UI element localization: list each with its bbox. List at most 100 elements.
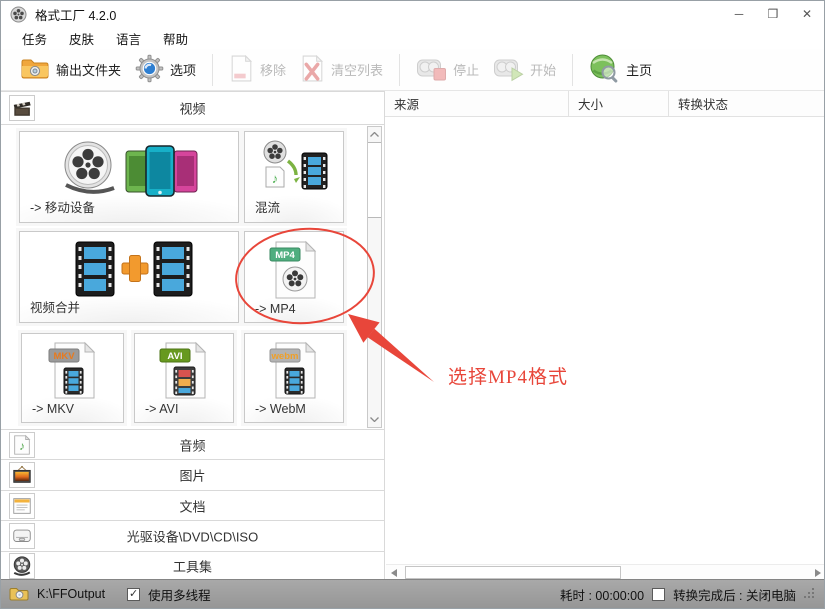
category-label: 工具集	[1, 557, 384, 576]
category-audio[interactable]: ♪ 音频	[1, 429, 384, 459]
shutdown-checkbox[interactable]	[652, 588, 665, 601]
task-table-header: 来源 大小 转换状态	[385, 91, 825, 117]
format-card-label: -> WebM	[255, 402, 306, 416]
format-card-label: 视频合并	[30, 297, 80, 316]
stop-icon	[416, 55, 447, 85]
category-video-label: 视频	[1, 99, 384, 118]
menu-language[interactable]: 语言	[105, 27, 152, 50]
start-label: 开始	[530, 60, 556, 79]
app-window: 格式工厂 4.2.0 ─ ❒ ✕ 任务 皮肤 语言 帮助 输出文件夹	[0, 0, 825, 609]
column-source[interactable]: 来源	[385, 91, 569, 116]
hscrollbar-thumb[interactable]	[405, 566, 621, 579]
window-controls: ─ ❒ ✕	[722, 1, 824, 27]
column-size[interactable]: 大小	[569, 91, 669, 116]
scroll-down-button[interactable]	[368, 412, 381, 427]
avi-file-icon: AVI	[135, 341, 233, 401]
stop-button[interactable]: 停止	[409, 52, 486, 88]
title-bar: 格式工厂 4.2.0 ─ ❒ ✕	[1, 1, 824, 27]
format-card-label: -> MKV	[32, 402, 74, 416]
category-label: 文档	[1, 496, 384, 515]
output-path[interactable]: K:\FFOutput	[37, 587, 105, 601]
format-card-mkv[interactable]: MKV -> MKV	[21, 333, 124, 423]
format-card-webm[interactable]: webm -> WebM	[244, 333, 344, 423]
resize-grip[interactable]	[804, 588, 816, 600]
mp4-file-icon: MP4	[245, 239, 343, 301]
menu-help[interactable]: 帮助	[152, 27, 199, 50]
scroll-up-button[interactable]	[368, 127, 381, 142]
task-list-hscrollbar[interactable]	[386, 564, 825, 580]
category-toolset[interactable]: 工具集	[1, 551, 384, 581]
toolbar-separator	[212, 54, 213, 86]
video-merge-icon	[20, 239, 238, 299]
output-path-folder-icon	[9, 586, 29, 602]
mobile-devices-icon	[20, 139, 238, 199]
scroll-left-button[interactable]	[386, 565, 401, 580]
category-optical-dvd-cd-iso[interactable]: 光驱设备\DVD\CD\ISO	[1, 520, 384, 550]
format-card-video-merge[interactable]: 视频合并	[19, 231, 239, 323]
format-card-mp4[interactable]: MP4 -> MP4	[244, 231, 344, 323]
scroll-right-button[interactable]	[810, 565, 825, 580]
category-picture[interactable]: 图片	[1, 459, 384, 489]
app-logo-icon	[10, 6, 27, 23]
clear-list-button[interactable]: 清空列表	[293, 51, 390, 89]
format-sidebar: 视频	[1, 91, 385, 581]
svg-text:MKV: MKV	[53, 351, 75, 362]
menu-skin[interactable]: 皮肤	[58, 27, 105, 50]
category-label: 图片	[1, 466, 384, 485]
shutdown-label: 转换完成后 : 关闭电脑	[673, 585, 796, 604]
category-video[interactable]: 视频	[1, 91, 384, 125]
clear-list-label: 清空列表	[331, 60, 383, 79]
format-card-label: 混流	[255, 197, 280, 216]
menu-bar: 任务 皮肤 语言 帮助	[1, 27, 824, 49]
menu-tasks[interactable]: 任务	[11, 27, 58, 50]
svg-text:MP4: MP4	[275, 250, 295, 261]
start-button[interactable]: 开始	[486, 52, 563, 88]
toolbar-separator	[399, 54, 400, 86]
home-label: 主页	[626, 60, 652, 79]
format-card-label: -> 移动设备	[30, 197, 95, 216]
window-title: 格式工厂 4.2.0	[35, 5, 116, 24]
format-card-mobile-devices[interactable]: -> 移动设备	[19, 131, 239, 223]
maximize-button[interactable]: ❒	[756, 1, 790, 27]
output-folder-button[interactable]: 输出文件夹	[13, 53, 128, 87]
format-card-avi[interactable]: AVI -> AVI	[134, 333, 234, 423]
task-list-panel: 来源 大小 转换状态	[385, 91, 825, 581]
format-card-label: -> MP4	[255, 302, 296, 316]
task-table-body	[385, 117, 825, 563]
stop-label: 停止	[453, 60, 479, 79]
category-label: 音频	[1, 435, 384, 454]
minimize-button[interactable]: ─	[722, 1, 756, 27]
scrollbar-thumb[interactable]	[368, 142, 381, 218]
start-icon	[493, 55, 524, 85]
video-format-grid: -> 移动设备 ♪	[1, 125, 384, 429]
home-globe-icon	[589, 53, 620, 87]
format-card-mux[interactable]: ♪ 混流	[244, 131, 344, 223]
format-card-label: -> AVI	[145, 402, 178, 416]
close-button[interactable]: ✕	[790, 1, 824, 27]
toolbar-separator	[572, 54, 573, 86]
svg-text:♪: ♪	[272, 171, 279, 186]
options-button[interactable]: 选项	[128, 51, 203, 89]
statusbar-right: 耗时 : 00:00:00 转换完成后 : 关闭电脑	[560, 585, 816, 604]
clear-list-icon	[300, 54, 325, 86]
options-label: 选项	[170, 60, 196, 79]
mkv-file-icon: MKV	[22, 341, 123, 401]
category-document[interactable]: 文档	[1, 490, 384, 520]
output-folder-label: 输出文件夹	[56, 60, 121, 79]
output-folder-icon	[20, 56, 50, 84]
remove-label: 移除	[260, 60, 286, 79]
multithread-label: 使用多线程	[148, 585, 211, 604]
multithread-checkbox[interactable]: ✓	[127, 588, 140, 601]
column-status[interactable]: 转换状态	[669, 91, 825, 116]
svg-text:webm: webm	[271, 351, 299, 362]
options-gear-icon	[135, 54, 164, 86]
home-button[interactable]: 主页	[582, 50, 659, 90]
mux-icon: ♪	[245, 139, 343, 199]
elapsed-time: 耗时 : 00:00:00	[560, 585, 644, 604]
remove-file-icon	[229, 54, 254, 86]
category-list: ♪ 音频 图片	[1, 429, 384, 581]
webm-file-icon: webm	[245, 341, 343, 401]
video-grid-scrollbar[interactable]	[367, 126, 382, 428]
remove-button[interactable]: 移除	[222, 51, 293, 89]
status-bar: K:\FFOutput ✓ 使用多线程 耗时 : 00:00:00 转换完成后 …	[1, 579, 824, 608]
